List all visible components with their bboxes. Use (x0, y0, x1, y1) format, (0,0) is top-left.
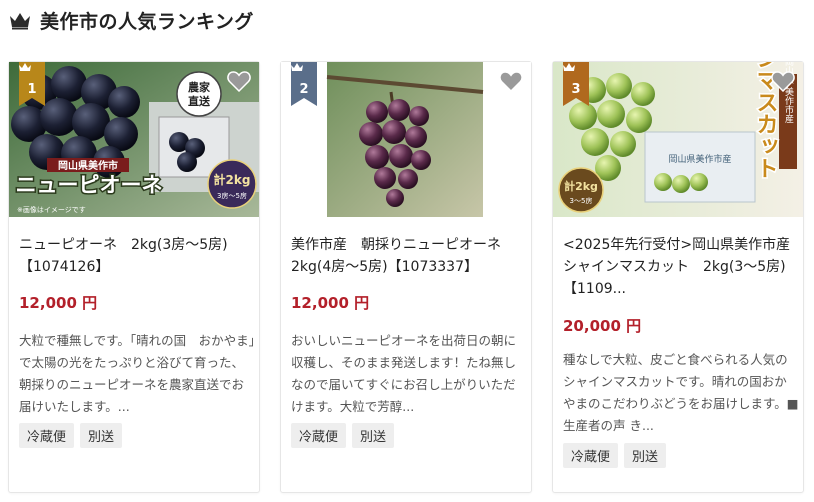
rank-badge: 1 (19, 62, 45, 106)
tag: 別送 (352, 423, 395, 448)
seal-sub-text: 3〜5房 (570, 196, 593, 205)
seal-sub-text: 3房〜5房 (217, 191, 247, 200)
product-image-3[interactable]: 岡山県美作市産 岡山県 美作市産 シャインマスカット 計2kg 3〜5房 3 (553, 62, 803, 217)
stamp-line-1: 農家 (188, 80, 211, 94)
product-photo: 岡山県美作市産 岡山県 美作市産 シャインマスカット 計2kg 3〜5房 (553, 62, 803, 217)
svg-text:岡山県美作市産: 岡山県美作市産 (668, 153, 731, 165)
tag: 冷蔵便 (19, 423, 75, 448)
product-title[interactable]: 美作市産 朝採りニューピオーネ2kg(4房～5房)【1073337】 (291, 234, 527, 278)
image-footnote: ※画像はイメージです (17, 205, 86, 214)
product-title[interactable]: ニューピオーネ 2kg(3房～5房)【1074126】 (19, 234, 255, 278)
crown-icon (291, 63, 303, 71)
product-price: 12,000 円 (19, 294, 98, 312)
product-image-2[interactable]: 2 (281, 62, 531, 217)
heart-icon[interactable] (771, 70, 795, 92)
product-photo (281, 62, 531, 217)
product-description: 種なしで大粒、皮ごと食べられる人気のシャインマスカットです。晴れの国おかやまのこ… (563, 352, 799, 433)
image-region-label: 岡山県美作市 (58, 159, 118, 172)
heart-icon[interactable] (227, 70, 251, 92)
seal-text: 計2kg (564, 179, 598, 193)
product-card-1[interactable]: 農家 直送 岡山県美作市 ニューピオーネ 計2kg 3房〜5房 ※画像はイメージ… (8, 61, 260, 493)
seal-text: 計2kg (214, 172, 251, 187)
tag: 冷蔵便 (291, 423, 347, 448)
crown-icon (10, 13, 30, 30)
crown-icon (19, 63, 31, 71)
rank-number: 3 (571, 82, 581, 97)
product-card-3[interactable]: 岡山県美作市産 岡山県 美作市産 シャインマスカット 計2kg 3〜5房 3 <… (552, 61, 804, 493)
product-price: 20,000 円 (563, 317, 642, 335)
product-photo: 農家 直送 岡山県美作市 ニューピオーネ 計2kg 3房〜5房 ※画像はイメージ… (9, 62, 259, 217)
product-price: 12,000 円 (291, 294, 370, 312)
product-description: おいしいニューピオーネを出荷日の朝に収穫し、そのまま発送します！たね無しなので届… (291, 333, 517, 414)
rank-badge: 2 (291, 62, 317, 106)
rank-number: 1 (27, 82, 37, 97)
product-image-1[interactable]: 農家 直送 岡山県美作市 ニューピオーネ 計2kg 3房〜5房 ※画像はイメージ… (9, 62, 259, 217)
tag-list: 冷蔵便 別送 (19, 423, 123, 448)
tag: 冷蔵便 (563, 443, 619, 468)
tag-list: 冷蔵便 別送 (291, 423, 395, 448)
crown-icon (563, 63, 575, 71)
heart-icon[interactable] (499, 70, 523, 92)
product-title[interactable]: <2025年先行受付>岡山県美作市産 シャインマスカット 2kg(3～5房)【1… (563, 234, 804, 300)
page-title: 美作市の人気ランキング (40, 10, 254, 33)
product-card-2[interactable]: 2 美作市産 朝採りニューピオーネ2kg(4房～5房)【1073337】 12,… (280, 61, 532, 493)
tag: 別送 (624, 443, 667, 468)
tag-list: 冷蔵便 別送 (563, 443, 667, 468)
image-brand-text: ニューピオーネ (16, 173, 163, 197)
rank-number: 2 (299, 82, 309, 97)
ranking-header: 美作市の人気ランキング (8, 6, 254, 34)
stamp-line-2: 直送 (188, 94, 211, 108)
product-description: 大粒で種無しです。｢晴れの国 おかやま｣で太陽の光をたっぷりと浴びて育った、朝採… (19, 333, 255, 414)
tag: 別送 (80, 423, 123, 448)
rank-badge: 3 (563, 62, 589, 106)
